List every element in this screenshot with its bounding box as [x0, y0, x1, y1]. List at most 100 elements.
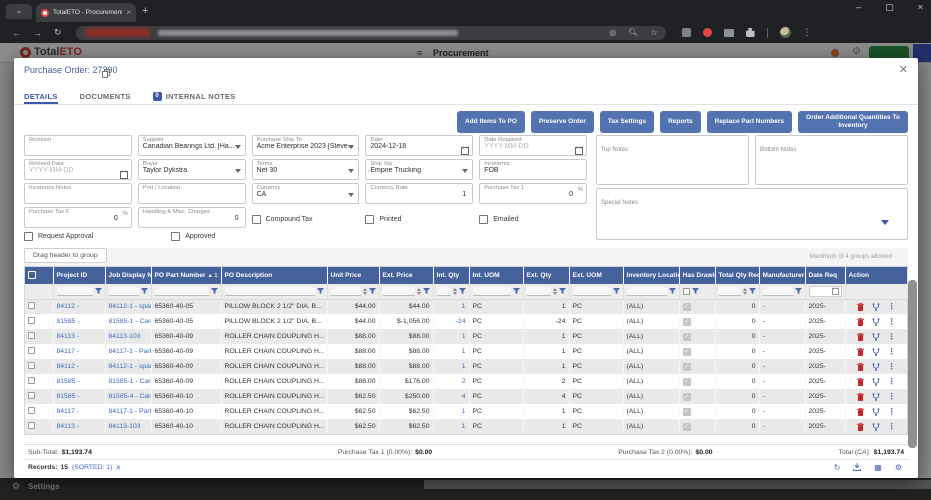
cell-link[interactable]: 81585-1 - Cargo	[109, 318, 152, 325]
cell-link[interactable]: 84112 -	[57, 303, 80, 310]
filter-input[interactable]	[331, 287, 361, 296]
purchase-tax-1-field[interactable]: Purchase Tax 10%	[479, 183, 587, 204]
bookmark-star-icon[interactable]: ☆	[650, 28, 657, 38]
column-header-action[interactable]: Action	[845, 267, 907, 284]
refresh-icon[interactable]: ↻	[834, 463, 841, 472]
filter-funnel-icon[interactable]	[513, 288, 520, 295]
tab-details[interactable]: DETAILS	[24, 82, 58, 104]
cell-link[interactable]: 84117-1 - Parts	[109, 408, 152, 415]
delete-trash-icon[interactable]	[857, 333, 864, 341]
filter-cell-desc[interactable]	[221, 284, 327, 299]
filter-cell-ext_uom[interactable]	[569, 284, 623, 299]
column-header-unit[interactable]: Unit Price	[327, 267, 379, 284]
close-icon[interactable]: ✕	[899, 63, 908, 76]
row-select-checkbox[interactable]	[28, 407, 35, 414]
split-item-icon[interactable]	[872, 333, 880, 341]
printed-checkbox[interactable]	[365, 215, 374, 224]
column-header-part[interactable]: PO Part Number▲ 1	[151, 267, 221, 284]
cell-link[interactable]: 84113-103	[109, 333, 141, 340]
filter-cell-tot_recv[interactable]	[715, 284, 759, 299]
add-items-to-po-button[interactable]: Add Items To PO	[457, 111, 525, 133]
delete-trash-icon[interactable]	[857, 393, 864, 401]
calendar-icon[interactable]	[575, 142, 583, 156]
column-chooser-icon[interactable]: ▦	[874, 463, 882, 472]
buyer-select[interactable]: BuyerTaylor Dykstra	[138, 159, 246, 180]
split-item-icon[interactable]	[872, 303, 880, 311]
date-field[interactable]: Date2024-12-18	[365, 135, 473, 156]
puzzle-extensions-icon[interactable]	[746, 28, 755, 37]
number-spinner[interactable]	[453, 288, 457, 295]
currency-select[interactable]: CurrencyCA	[252, 183, 360, 204]
chevron-down-icon[interactable]	[881, 220, 889, 225]
compound-tax-checkbox[interactable]	[252, 215, 261, 224]
split-item-icon[interactable]	[872, 393, 880, 401]
zoom-icon[interactable]: 🔍︎	[628, 28, 638, 38]
order-additional-quantities-button[interactable]: Order Additional Quantities To Inventory	[798, 111, 908, 133]
handling-charges-field[interactable]: Handling & Misc. Charges0	[138, 207, 246, 228]
reports-button[interactable]: Reports	[660, 111, 701, 133]
filter-cell-has_drawing[interactable]	[679, 284, 715, 299]
forward-button[interactable]: →	[33, 28, 42, 38]
number-spinner[interactable]	[553, 288, 557, 295]
filter-cell-inv_loc[interactable]	[623, 284, 679, 299]
cell-link[interactable]: 84112-1 - spare	[109, 363, 152, 370]
special-notes-textarea[interactable]: Special Notes	[596, 188, 908, 240]
export-download-icon[interactable]	[853, 463, 861, 473]
replace-part-numbers-button[interactable]: Replace Part Numbers	[707, 111, 792, 133]
cell-link[interactable]: 81585 -	[57, 318, 80, 325]
delete-trash-icon[interactable]	[857, 318, 864, 326]
delete-trash-icon[interactable]	[857, 408, 864, 416]
filter-cell-job[interactable]	[105, 284, 151, 299]
filter-input[interactable]	[627, 287, 667, 296]
cell-link[interactable]: 84117 -	[57, 348, 80, 355]
filter-funnel-icon[interactable]	[559, 288, 566, 295]
profile-avatar[interactable]	[780, 27, 791, 38]
row-select-checkbox[interactable]	[28, 347, 35, 354]
minimize-button[interactable]: –	[856, 2, 861, 13]
top-notes-textarea[interactable]: Top Notes	[596, 135, 749, 185]
split-item-icon[interactable]	[872, 363, 880, 371]
row-select-checkbox[interactable]	[28, 392, 35, 399]
address-bar[interactable]: ◎ 🔍︎ ☆	[76, 26, 666, 40]
filter-checkbox[interactable]	[683, 288, 690, 295]
column-header-ext_uom[interactable]: Ext. UOM	[569, 267, 623, 284]
delete-trash-icon[interactable]	[857, 423, 864, 431]
filter-funnel-icon[interactable]	[141, 288, 148, 295]
filter-input[interactable]	[763, 287, 793, 296]
filter-input[interactable]	[383, 287, 415, 296]
filter-funnel-icon[interactable]	[669, 288, 676, 295]
location-icon[interactable]: ◎	[609, 28, 616, 38]
filter-funnel-icon[interactable]	[692, 288, 699, 295]
column-header-ext_qty[interactable]: Ext. Qty	[523, 267, 569, 284]
tab-search-button[interactable]: ⌄	[6, 4, 32, 19]
currency-rate-field[interactable]: Currency Rate1	[365, 183, 473, 204]
sorted-badge[interactable]: (SORTED: 1)	[72, 464, 112, 471]
delete-trash-icon[interactable]	[857, 363, 864, 371]
column-header-inv_loc[interactable]: Inventory Location	[623, 267, 679, 284]
row-menu-icon[interactable]: ⋮	[888, 348, 896, 356]
filter-input[interactable]	[437, 287, 451, 296]
cell-link[interactable]: 84117-1 - Parts	[109, 348, 152, 355]
cell-link[interactable]: 1	[462, 348, 466, 355]
filter-cell-unit[interactable]	[327, 284, 379, 299]
select-all-checkbox[interactable]	[28, 271, 36, 279]
cell-link[interactable]: 84112 -	[57, 363, 80, 370]
cell-link[interactable]: 81585 -	[57, 378, 80, 385]
cell-link[interactable]: 84112-1 - spare	[109, 303, 152, 310]
port-location-field[interactable]: Port / Location	[138, 183, 246, 204]
browser-menu-icon[interactable]: ⋮	[803, 27, 812, 38]
row-select-checkbox[interactable]	[28, 377, 35, 384]
cell-link[interactable]: 81585 -	[57, 393, 80, 400]
row-menu-icon[interactable]: ⋮	[888, 363, 896, 371]
number-spinner[interactable]	[417, 288, 421, 295]
copy-icon[interactable]	[102, 65, 110, 83]
cell-link[interactable]: 84113 -	[57, 333, 80, 340]
cell-link[interactable]: 1	[462, 423, 466, 430]
cell-link[interactable]: 81585-4 - Cargo	[109, 393, 152, 400]
split-item-icon[interactable]	[872, 408, 880, 416]
terms-select[interactable]: TermsNet 30	[252, 159, 360, 180]
delete-trash-icon[interactable]	[857, 378, 864, 386]
drag-header-group-zone[interactable]: Drag header to group	[24, 248, 107, 263]
purchase-tax-2-field[interactable]: Purchase Tax 20%	[24, 207, 132, 228]
recording-indicator-icon[interactable]	[703, 28, 712, 37]
